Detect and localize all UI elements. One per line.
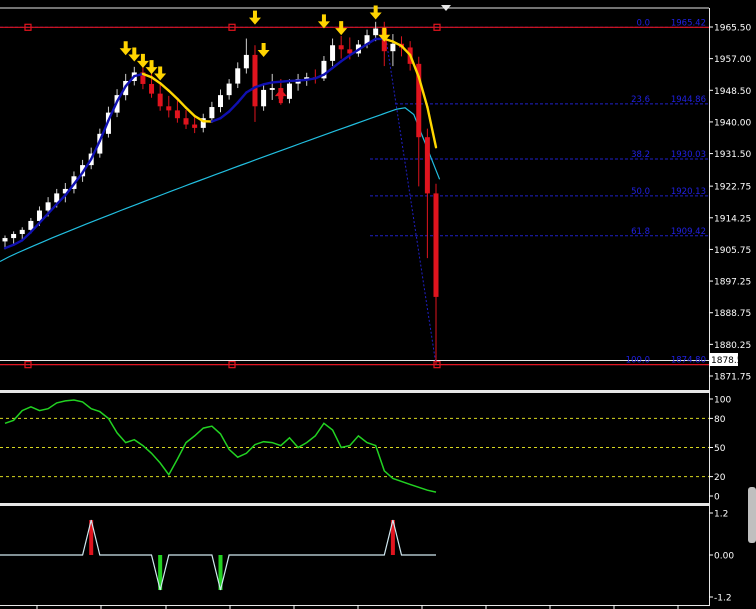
fib-level-pct: 61.8	[631, 227, 650, 237]
candle-body	[269, 88, 275, 90]
candle-body	[174, 110, 180, 119]
stoch-tick-label: 50	[714, 444, 726, 454]
candle-body	[373, 28, 379, 36]
candle-body	[330, 45, 336, 61]
candle-body	[433, 193, 439, 297]
candle-body	[11, 233, 17, 239]
stoch-tick-label: 80	[714, 415, 726, 425]
candle-body	[390, 43, 396, 52]
fib-level-pct: 23.6	[631, 95, 650, 105]
candle-body	[19, 229, 25, 234]
signal-tick-label: 1.2	[714, 510, 728, 520]
price-tick-label: 1922.75	[714, 183, 751, 193]
candle-body	[183, 118, 189, 125]
price-tick-label: 1871.75	[714, 373, 751, 383]
fib-level-pct: 50.0	[631, 187, 650, 197]
current-price-label: 1878.51	[711, 356, 748, 366]
price-tick-label: 1940.00	[714, 118, 751, 128]
candle-body	[424, 137, 430, 194]
panel-resize-scrollbar[interactable]	[748, 487, 756, 543]
candle-body	[166, 106, 172, 111]
candle-body	[218, 95, 223, 108]
candle-body	[261, 89, 267, 107]
candle-body	[338, 45, 344, 50]
price-tick-label: 1931.50	[714, 150, 751, 160]
price-tick-label: 1914.25	[714, 214, 751, 224]
fast-moving-average-segment	[271, 80, 283, 84]
candle-body	[226, 83, 232, 96]
price-tick-label: 1965.50	[714, 24, 751, 34]
candle-body	[286, 83, 292, 99]
price-tick-label: 1897.25	[714, 278, 751, 288]
price-tick-label: 1888.75	[714, 309, 751, 319]
candle-body	[157, 93, 163, 107]
price-tick-label: 1880.25	[714, 341, 751, 351]
stoch-tick-label: 0	[714, 493, 720, 503]
fast-moving-average-segment	[296, 78, 308, 82]
stoch-tick-label: 20	[714, 473, 726, 483]
signal-tick-label: 0.00	[714, 552, 734, 562]
fib-level-value: 1930.03	[671, 150, 706, 160]
candle-body	[209, 107, 215, 119]
price-tick-label: 1905.75	[714, 246, 751, 256]
price-tick-label: 1957.00	[714, 55, 751, 65]
price-tick-label: 1948.50	[714, 87, 751, 97]
candle-body	[149, 83, 155, 94]
candle-body	[235, 68, 241, 84]
fast-moving-average-segment	[305, 77, 317, 82]
chart-background	[0, 0, 756, 609]
fib-level-value: 1920.13	[671, 187, 706, 197]
fast-moving-average-segment	[279, 79, 291, 83]
panel-separator-2	[0, 503, 709, 506]
trading-chart: 0.0 1965.4223.6 1944.8638.2 1930.0350.0 1920…	[0, 0, 756, 609]
candle-body	[243, 54, 249, 69]
candle-body	[2, 238, 8, 242]
signal-tick-label: -1.2	[714, 594, 732, 604]
stoch-tick-label: 100	[714, 396, 731, 406]
fib-level-value: 1944.86	[671, 95, 706, 105]
fib-level-pct: 38.2	[631, 150, 650, 160]
candle-body	[252, 54, 258, 107]
panel-separator-1	[0, 390, 709, 393]
candle-body	[192, 124, 198, 128]
candle-body	[45, 202, 51, 211]
fib-level-value: 1909.42	[671, 227, 706, 237]
